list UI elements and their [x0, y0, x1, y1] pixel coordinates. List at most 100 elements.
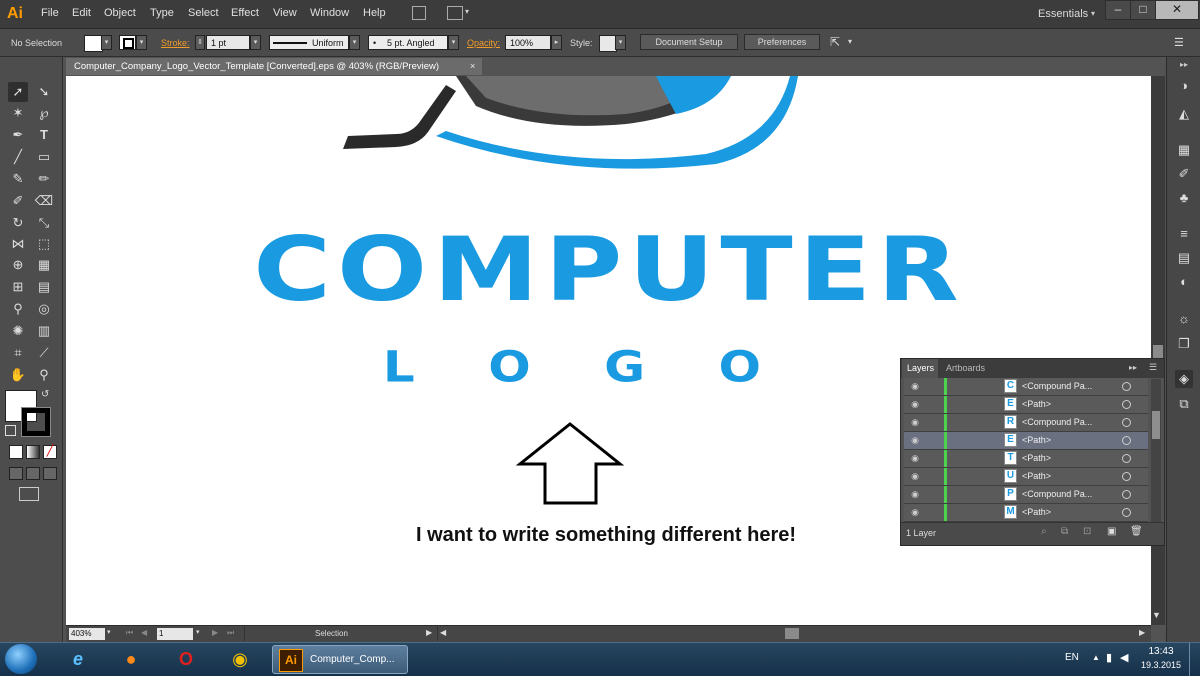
opacity-field[interactable]: 100%	[505, 35, 551, 50]
fill-dropdown[interactable]: ▾	[101, 35, 112, 50]
tab-layers[interactable]: Layers	[902, 359, 938, 378]
internet-explorer-icon[interactable]: e	[60, 645, 96, 674]
rotate-tool-icon[interactable]: ↻	[8, 213, 28, 233]
scroll-left-icon[interactable]: ◀	[440, 628, 446, 637]
chevron-down-icon[interactable]: ▾	[107, 628, 111, 636]
panel-menu-icon[interactable]: ☰	[1149, 362, 1157, 373]
show-hidden-icons-icon[interactable]: ▲	[1092, 653, 1100, 662]
eyedropper-tool-icon[interactable]: ⚲	[8, 299, 28, 319]
target-circle-icon[interactable]	[1122, 436, 1131, 445]
mesh-tool-icon[interactable]: ⊞	[8, 277, 28, 297]
perspective-grid-tool-icon[interactable]: ▦	[34, 255, 54, 275]
new-layer-icon[interactable]: ▣	[1107, 526, 1116, 537]
gradient-mode-icon[interactable]	[26, 445, 40, 459]
draw-inside-icon[interactable]	[43, 467, 57, 480]
network-icon[interactable]: ▮	[1106, 651, 1112, 664]
stroke-swatch[interactable]	[119, 35, 136, 50]
show-desktop-button[interactable]	[1189, 643, 1200, 676]
eye-icon[interactable]: ◉	[909, 380, 921, 392]
menu-edit[interactable]: Edit	[72, 7, 91, 19]
symbol-sprayer-tool-icon[interactable]: ✺	[8, 321, 28, 341]
arrange-documents-icon[interactable]	[447, 6, 463, 20]
chevron-down-icon[interactable]: ▾	[1091, 9, 1095, 18]
graphic-styles-panel-icon[interactable]: ❐	[1175, 335, 1193, 353]
next-artboard-icon[interactable]: ▶	[212, 628, 218, 637]
scroll-down-icon[interactable]: ▼	[1152, 610, 1161, 620]
status-menu-icon[interactable]: ▶	[426, 628, 432, 637]
maximize-button[interactable]: □	[1130, 0, 1156, 20]
minimize-button[interactable]: –	[1105, 0, 1131, 20]
panel-menu-icon[interactable]: ☰	[1174, 36, 1184, 49]
eye-icon[interactable]: ◉	[909, 434, 921, 446]
clock-date[interactable]: 19.3.2015	[1137, 660, 1185, 670]
layer-row[interactable]: ◉ C <Compound Pa...	[904, 378, 1148, 396]
zoom-tool-icon[interactable]: ⚲	[34, 365, 54, 385]
target-circle-icon[interactable]	[1122, 472, 1131, 481]
color-guide-panel-icon[interactable]: ◭	[1175, 105, 1193, 123]
selection-tool-icon[interactable]: ➚	[8, 82, 28, 102]
brushes-panel-icon[interactable]: ✐	[1175, 165, 1193, 183]
target-circle-icon[interactable]	[1122, 400, 1131, 409]
document-setup-button[interactable]: Document Setup	[640, 34, 738, 50]
collapse-panel-icon[interactable]: ▸▸	[1129, 363, 1137, 372]
workspace-switcher[interactable]: Essentials	[1038, 8, 1088, 20]
draw-normal-icon[interactable]	[9, 467, 23, 480]
vertical-scroll-thumb[interactable]	[1153, 345, 1163, 359]
blend-tool-icon[interactable]: ◎	[34, 299, 54, 319]
menu-window[interactable]: Window	[310, 7, 349, 19]
scale-tool-icon[interactable]: ⤡	[34, 213, 54, 233]
eye-icon[interactable]: ◉	[909, 506, 921, 518]
layer-row[interactable]: ◉ U <Path>	[904, 468, 1148, 486]
artboard-number-field[interactable]: 1	[157, 628, 193, 640]
gradient-panel-icon[interactable]: ▤	[1175, 249, 1193, 267]
menu-file[interactable]: File	[41, 7, 59, 19]
pencil-tool-icon[interactable]: ✏	[34, 169, 54, 189]
menu-help[interactable]: Help	[363, 7, 386, 19]
layers-scrollbar[interactable]	[1151, 379, 1161, 523]
target-circle-icon[interactable]	[1122, 382, 1131, 391]
width-tool-icon[interactable]: ⋈	[8, 234, 28, 254]
status-info[interactable]: Selection ▶	[244, 626, 438, 641]
target-circle-icon[interactable]	[1122, 454, 1131, 463]
preferences-button[interactable]: Preferences	[744, 34, 820, 50]
logo-word-computer[interactable]: COMPUTER	[184, 226, 1034, 314]
chevron-down-icon[interactable]: ▾	[196, 628, 200, 636]
transparency-panel-icon[interactable]: ◐	[1175, 273, 1193, 291]
menu-select[interactable]: Select	[188, 7, 219, 19]
blob-brush-tool-icon[interactable]: ✐	[8, 191, 28, 211]
rectangle-tool-icon[interactable]: ▭	[34, 147, 54, 167]
layer-row-selected[interactable]: ◉ E <Path>	[904, 432, 1148, 450]
stroke-weight-field[interactable]: 1 pt	[206, 35, 250, 50]
firefox-icon[interactable]: ●	[113, 645, 149, 674]
screen-mode-icon[interactable]	[19, 487, 39, 501]
stroke-label[interactable]: Stroke:	[161, 38, 190, 48]
layer-row[interactable]: ◉ T <Path>	[904, 450, 1148, 468]
artboards-panel-icon[interactable]: ⧉	[1175, 395, 1193, 413]
eye-icon[interactable]: ◉	[909, 452, 921, 464]
select-similar-icon[interactable]: ⇱	[830, 35, 840, 49]
opera-icon[interactable]: O	[168, 645, 204, 674]
volume-icon[interactable]: ◀	[1120, 651, 1128, 664]
lasso-tool-icon[interactable]: ℘	[34, 103, 54, 123]
start-button[interactable]	[5, 644, 37, 674]
stroke-dropdown[interactable]: ▾	[136, 35, 147, 50]
eye-icon[interactable]: ◉	[909, 470, 921, 482]
eye-icon[interactable]: ◉	[909, 398, 921, 410]
first-artboard-icon[interactable]: ⏮	[126, 628, 133, 638]
eraser-tool-icon[interactable]: ⌫	[34, 191, 54, 211]
color-mode-icon[interactable]	[9, 445, 23, 459]
column-graph-tool-icon[interactable]: ▥	[34, 321, 54, 341]
target-circle-icon[interactable]	[1122, 508, 1131, 517]
trash-icon[interactable]: 🗑	[1130, 526, 1143, 537]
target-circle-icon[interactable]	[1122, 490, 1131, 499]
color-panel-icon[interactable]: ◑	[1175, 77, 1193, 95]
default-colors-icon[interactable]	[5, 425, 16, 436]
paintbrush-tool-icon[interactable]: ✎	[8, 169, 28, 189]
gradient-tool-icon[interactable]: ▤	[34, 277, 54, 297]
opacity-label[interactable]: Opacity:	[467, 38, 500, 48]
last-artboard-icon[interactable]: ⏭	[227, 628, 234, 638]
stroke-color-box[interactable]	[21, 407, 51, 437]
new-sublayer-icon[interactable]: ⊡	[1083, 526, 1091, 537]
none-mode-icon[interactable]: ╱	[43, 445, 57, 459]
artboard-tool-icon[interactable]: ⌗	[8, 343, 28, 363]
